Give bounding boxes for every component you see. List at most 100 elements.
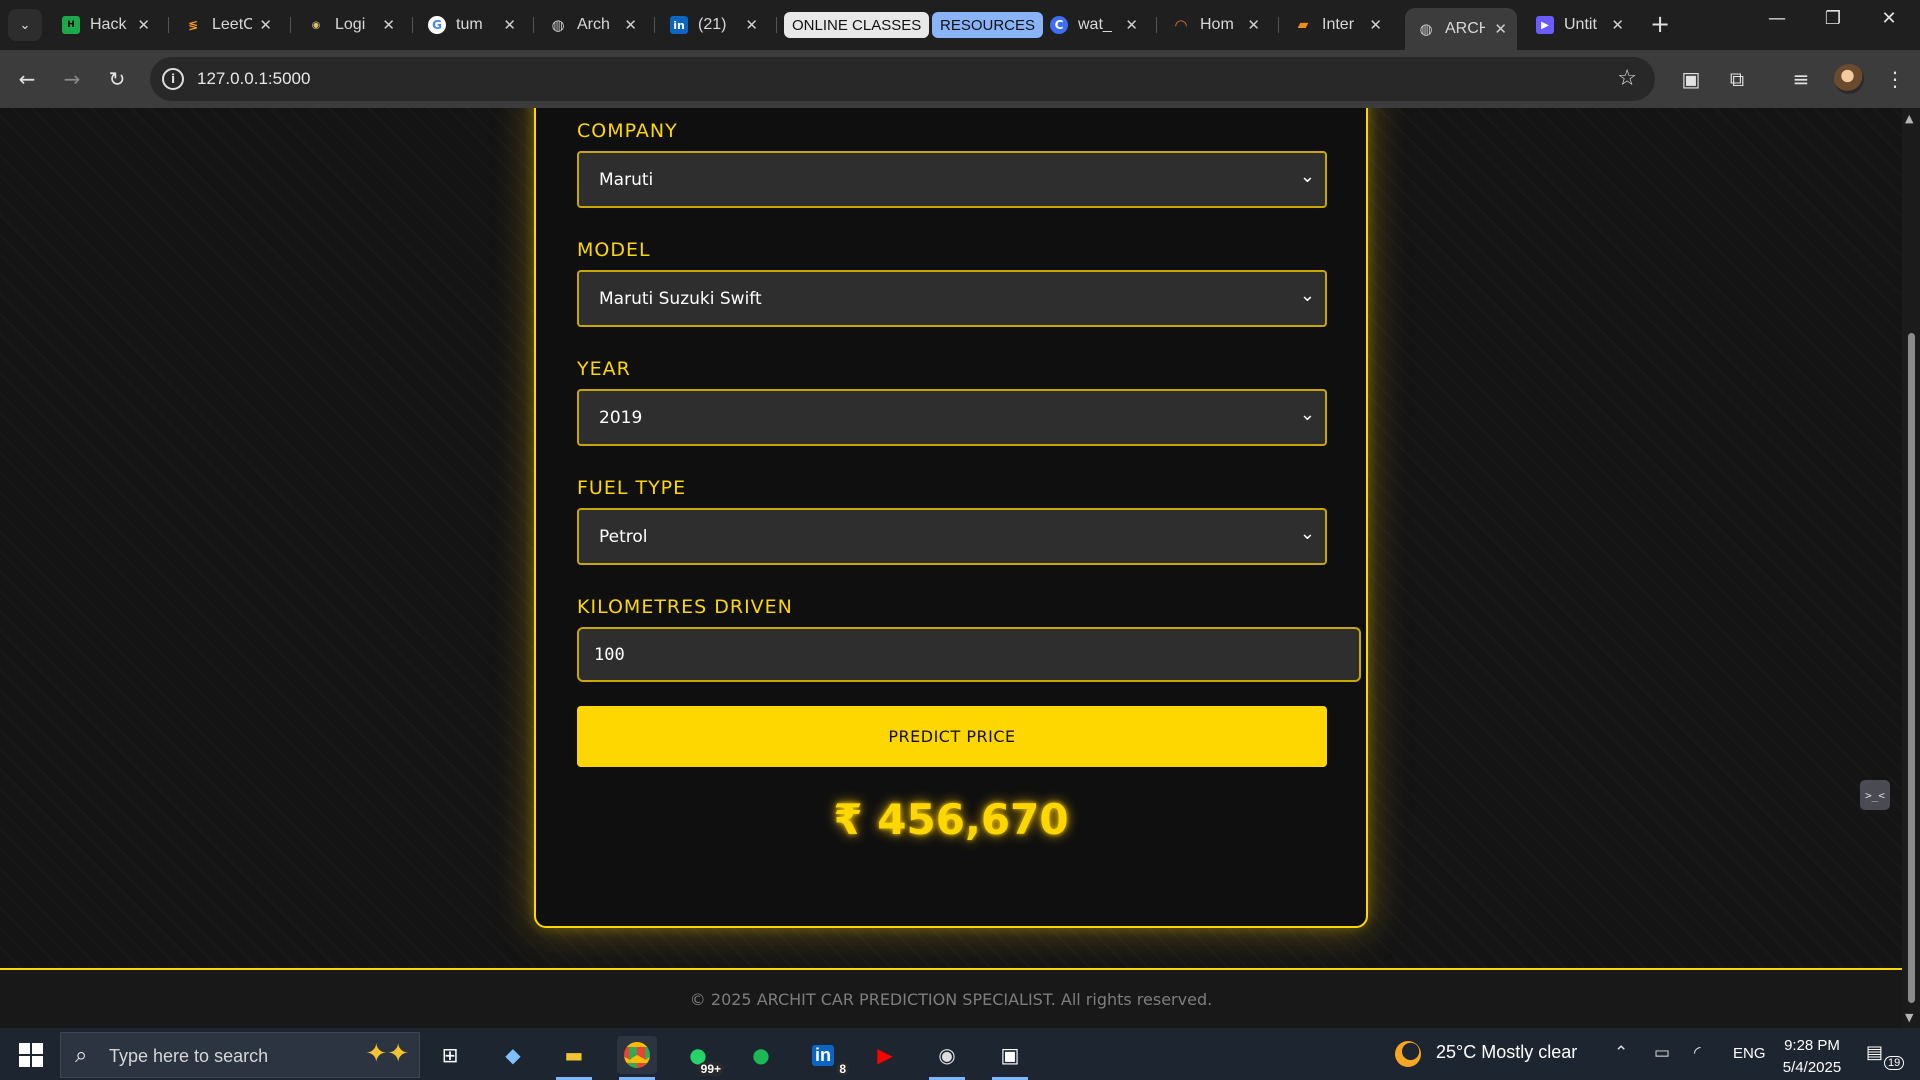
- file-explorer-icon[interactable]: ▬: [554, 1036, 594, 1080]
- notification-icon[interactable]: ▤: [1866, 1042, 1883, 1063]
- tab-hackerrank[interactable]: H Hack ✕: [50, 8, 160, 42]
- terminal-app-icon[interactable]: ▣: [990, 1036, 1030, 1080]
- tab-label: Inter: [1322, 16, 1355, 33]
- minimize-icon[interactable]: —: [1754, 8, 1800, 29]
- tab-arch[interactable]: ◍ Arch ✕: [537, 8, 647, 42]
- close-icon[interactable]: ✕: [1125, 16, 1138, 34]
- close-icon[interactable]: ✕: [745, 16, 758, 34]
- home-site-icon: ◠: [1175, 16, 1187, 34]
- close-icon[interactable]: ✕: [503, 16, 516, 34]
- close-icon[interactable]: ✕: [259, 16, 272, 34]
- new-tab-icon[interactable]: +: [1650, 10, 1670, 38]
- video-icon: ▶: [1536, 16, 1554, 34]
- address-bar[interactable]: i 127.0.0.1:5000 ☆: [150, 57, 1655, 101]
- tab-label: ARCH: [1445, 20, 1485, 37]
- whatsapp-badge: 99+: [697, 1062, 724, 1076]
- notification-count: 19: [1884, 1056, 1905, 1070]
- book-icon: ▰: [1297, 17, 1309, 33]
- model-label: MODEL: [577, 239, 651, 261]
- language-indicator[interactable]: ENG: [1733, 1045, 1766, 1062]
- copilot-icon[interactable]: ◆: [493, 1036, 533, 1074]
- year-select[interactable]: 2019 ⌄: [577, 389, 1327, 446]
- close-icon[interactable]: ✕: [1247, 16, 1260, 34]
- fuel-type-select[interactable]: Petrol ⌄: [577, 508, 1327, 565]
- reload-icon[interactable]: ↻: [102, 64, 132, 94]
- scroll-down-arrow-icon[interactable]: ▼: [1905, 1011, 1913, 1024]
- spotify-icon[interactable]: ●: [741, 1036, 781, 1074]
- close-icon[interactable]: ✕: [382, 16, 395, 34]
- clock-time: 9:28 PM: [1784, 1037, 1840, 1054]
- forward-arrow-icon[interactable]: →: [57, 64, 87, 94]
- year-label: YEAR: [577, 358, 631, 380]
- battery-icon[interactable]: ▭: [1654, 1043, 1670, 1063]
- bookmark-star-icon[interactable]: ☆: [1617, 66, 1637, 91]
- close-icon[interactable]: ✕: [1611, 16, 1624, 34]
- close-icon[interactable]: ✕: [1369, 16, 1382, 34]
- linkedin-app-icon[interactable]: in 8: [803, 1036, 849, 1076]
- tab-google-search[interactable]: G tum ✕: [416, 8, 526, 42]
- screen-cast-icon[interactable]: ▣: [1676, 64, 1706, 94]
- tab-interview[interactable]: ▰ Inter ✕: [1282, 8, 1392, 42]
- globe-icon: ◍: [551, 16, 565, 34]
- media-queue-icon[interactable]: ≡: [1786, 64, 1816, 94]
- profile-avatar[interactable]: [1834, 64, 1864, 94]
- tab-home[interactable]: ◠ Hom ✕: [1160, 8, 1270, 42]
- kilometres-input[interactable]: 100: [577, 627, 1361, 682]
- search-placeholder: Type here to search: [109, 1046, 269, 1066]
- url-text[interactable]: 127.0.0.1:5000: [197, 69, 310, 89]
- page-footer: © 2025 ARCHIT CAR PREDICTION SPECIALIST.…: [0, 968, 1902, 1028]
- close-icon[interactable]: ✕: [1494, 20, 1507, 38]
- scrollbar-thumb[interactable]: [1908, 333, 1915, 1003]
- chevron-down-icon: ⌄: [1299, 285, 1315, 306]
- predict-price-button[interactable]: PREDICT PRICE: [577, 706, 1327, 767]
- weather-text[interactable]: 25°C Mostly clear: [1436, 1042, 1577, 1063]
- page-scrollbar[interactable]: ▲ ▼: [1902, 108, 1920, 1028]
- close-icon[interactable]: ✕: [624, 16, 637, 34]
- windows-taskbar: ⌕ Type here to search ✦✦ ⊞ ◆ ▬ ● 99+ ● i…: [0, 1028, 1920, 1080]
- tab-label: LeetC: [212, 16, 252, 33]
- fuel-type-label: FUEL TYPE: [577, 477, 687, 499]
- task-view-icon[interactable]: ⊞: [430, 1036, 470, 1074]
- chrome-logo-icon: [624, 1042, 650, 1068]
- profile-app-icon[interactable]: ◉: [927, 1036, 967, 1080]
- back-arrow-icon[interactable]: ←: [12, 64, 42, 94]
- chrome-icon[interactable]: [617, 1036, 657, 1080]
- weather-moon-icon[interactable]: [1395, 1041, 1421, 1067]
- linkedin-logo-icon: in: [812, 1044, 834, 1066]
- scroll-up-arrow-icon[interactable]: ▲: [1905, 112, 1913, 125]
- wifi-icon[interactable]: ◜: [1694, 1043, 1701, 1063]
- tab-divider: [412, 17, 413, 33]
- tab-search-chevron-icon[interactable]: ⌄: [8, 9, 42, 41]
- tab-divider: [1278, 17, 1279, 33]
- restore-icon[interactable]: ❐: [1810, 8, 1856, 29]
- close-icon[interactable]: ✕: [137, 16, 150, 34]
- tab-login[interactable]: ◉ Logi ✕: [295, 8, 405, 42]
- hackerrank-icon: H: [62, 16, 80, 34]
- tab-label: Arch: [577, 16, 610, 33]
- site-info-icon[interactable]: i: [162, 68, 184, 90]
- clock[interactable]: 9:28 PM 5/4/2025: [1782, 1035, 1842, 1079]
- company-select-value: Maruti: [599, 170, 654, 190]
- tab-divider: [290, 17, 291, 33]
- bookmark-resources[interactable]: RESOURCES: [932, 12, 1044, 38]
- chevron-up-icon[interactable]: ⌃: [1614, 1043, 1628, 1063]
- menu-kebab-icon[interactable]: ⋮: [1880, 64, 1910, 94]
- tab-archit-active[interactable]: ◍ ARCH ✕: [1405, 8, 1517, 50]
- youtube-icon[interactable]: ▶: [865, 1036, 905, 1074]
- whatsapp-icon[interactable]: ● 99+: [678, 1036, 724, 1076]
- company-select[interactable]: Maruti ⌄: [577, 151, 1327, 208]
- year-select-value: 2019: [599, 408, 643, 428]
- tab-leetcode[interactable]: ≶ LeetC ✕: [172, 8, 282, 42]
- tab-untitled[interactable]: ▶ Untit ✕: [1524, 8, 1634, 42]
- extensions-icon[interactable]: ⧉: [1722, 64, 1752, 94]
- close-window-icon[interactable]: ✕: [1866, 8, 1912, 29]
- bookmark-online-classes[interactable]: ONLINE CLASSES: [784, 12, 930, 38]
- taskbar-search-box[interactable]: ⌕ Type here to search ✦✦: [60, 1032, 420, 1078]
- prediction-form-card: COMPANY Maruti ⌄ MODEL Maruti Suzuki Swi…: [534, 108, 1368, 928]
- tab-linkedin[interactable]: in (21) ✕: [658, 8, 768, 42]
- tab-label: Logi: [335, 16, 366, 33]
- tab-wat[interactable]: C wat_ ✕: [1038, 8, 1148, 42]
- terminal-widget-icon[interactable]: >_<: [1860, 780, 1890, 810]
- model-select[interactable]: Maruti Suzuki Swift ⌄: [577, 270, 1327, 327]
- windows-start-icon[interactable]: [10, 1040, 50, 1070]
